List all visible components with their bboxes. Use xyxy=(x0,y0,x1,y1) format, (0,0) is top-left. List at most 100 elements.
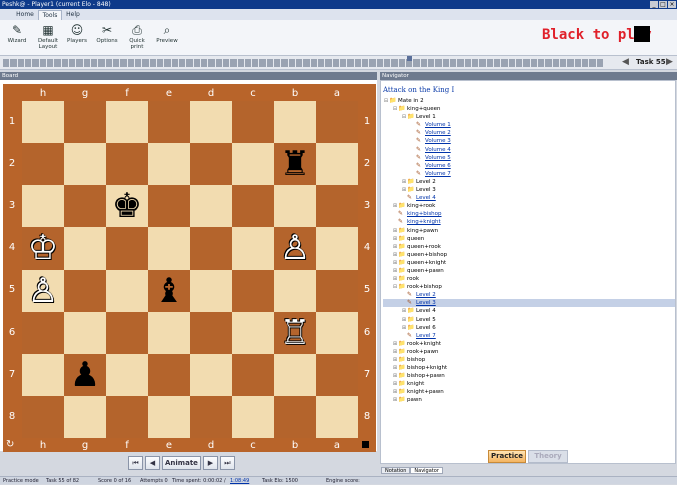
board-square-e1[interactable] xyxy=(148,101,190,144)
practice-button[interactable]: Practice xyxy=(488,450,526,463)
tree-item[interactable]: ⊞📁 Level 5 xyxy=(383,316,675,324)
board-square-f3[interactable]: ♚ xyxy=(106,185,148,228)
tree-item[interactable]: ⊞📁 Level 3 xyxy=(383,186,675,194)
tree-item[interactable]: ⊞📁 queen+rook xyxy=(383,243,675,251)
tree-item[interactable]: ⊟📁 rook+bishop xyxy=(383,283,675,291)
board-square-a4[interactable] xyxy=(316,227,358,270)
tree-item[interactable]: ✎ Volume 3 xyxy=(383,137,675,145)
board-square-f2[interactable] xyxy=(106,143,148,186)
board-square-f5[interactable] xyxy=(106,269,148,312)
board-square-e5[interactable]: ♝ xyxy=(148,269,190,312)
board-square-c7[interactable] xyxy=(232,353,274,396)
board-square-f4[interactable] xyxy=(106,227,148,270)
tree-item[interactable]: ⊞📁 knight+pawn xyxy=(383,388,675,396)
board-square-b6[interactable]: ♖ xyxy=(274,311,316,354)
tree-item[interactable]: ⊞📁 Level 6 xyxy=(383,324,675,332)
board-square-h6[interactable] xyxy=(22,311,64,354)
tab-navigator[interactable]: Navigator xyxy=(410,467,443,474)
black-pawn-piece[interactable]: ♟ xyxy=(70,358,100,392)
board-square-f1[interactable] xyxy=(106,101,148,144)
board-square-b5[interactable] xyxy=(274,269,316,312)
tree-item[interactable]: ⊞📁 queen+bishop xyxy=(383,251,675,259)
board-square-b1[interactable] xyxy=(274,101,316,144)
next-move-button[interactable]: ▶ xyxy=(202,456,218,470)
tree-item[interactable]: ⊞📁 king+pawn xyxy=(383,227,675,235)
tab-home[interactable]: Home xyxy=(14,10,36,20)
theory-button[interactable]: Theory xyxy=(528,450,568,463)
board-square-f7[interactable] xyxy=(106,353,148,396)
board-square-a5[interactable] xyxy=(316,269,358,312)
tree-item[interactable]: ⊞📁 king+rook xyxy=(383,202,675,210)
board-square-h4[interactable]: ♔ xyxy=(22,227,64,270)
board-square-b8[interactable] xyxy=(274,395,316,438)
board-square-d8[interactable] xyxy=(190,395,232,438)
white-rook-piece[interactable]: ♖ xyxy=(280,316,310,350)
preview-button[interactable]: ⌕ Preview xyxy=(154,23,180,53)
board-square-a2[interactable] xyxy=(316,143,358,186)
board-square-g2[interactable] xyxy=(64,143,106,186)
flip-board-icon[interactable]: ↻ xyxy=(6,439,14,450)
tree-item[interactable]: ✎ Volume 5 xyxy=(383,154,675,162)
board-square-c1[interactable] xyxy=(232,101,274,144)
board-square-c8[interactable] xyxy=(232,395,274,438)
board-square-h5[interactable]: ♙ xyxy=(22,269,64,312)
tree-item[interactable]: ⊞📁 Level 2 xyxy=(383,178,675,186)
first-move-button[interactable]: ⏮ xyxy=(128,456,143,470)
tree-item[interactable]: ⊟📁 king+queen xyxy=(383,105,675,113)
board-square-d6[interactable] xyxy=(190,311,232,354)
board-square-a1[interactable] xyxy=(316,101,358,144)
board-square-d1[interactable] xyxy=(190,101,232,144)
wizard-button[interactable]: ✎ Wizard xyxy=(6,23,28,53)
black-rook-piece[interactable]: ♜ xyxy=(280,147,310,181)
board-square-g6[interactable] xyxy=(64,311,106,354)
tree-item[interactable]: ✎ Volume 4 xyxy=(383,146,675,154)
board-square-g1[interactable] xyxy=(64,101,106,144)
board-square-e8[interactable] xyxy=(148,395,190,438)
tree-item[interactable]: ✎ Level 4 xyxy=(383,194,675,202)
board-square-h3[interactable] xyxy=(22,185,64,228)
board-square-d5[interactable] xyxy=(190,269,232,312)
tree-item[interactable]: ⊞📁 knight xyxy=(383,380,675,388)
board-square-h1[interactable] xyxy=(22,101,64,144)
tree-item[interactable]: ⊞📁 bishop xyxy=(383,356,675,364)
board-square-d2[interactable] xyxy=(190,143,232,186)
board-square-a6[interactable] xyxy=(316,311,358,354)
board-square-g7[interactable]: ♟ xyxy=(64,353,106,396)
board-square-a8[interactable] xyxy=(316,395,358,438)
board-square-g5[interactable] xyxy=(64,269,106,312)
white-pawn-piece[interactable]: ♙ xyxy=(28,274,58,308)
tab-help[interactable]: Help xyxy=(64,10,82,20)
board-square-g4[interactable] xyxy=(64,227,106,270)
tree-item[interactable]: ⊞📁 queen+pawn xyxy=(383,267,675,275)
board-square-a7[interactable] xyxy=(316,353,358,396)
board-square-c5[interactable] xyxy=(232,269,274,312)
tree-item[interactable]: ⊞📁 queen xyxy=(383,235,675,243)
board-square-b4[interactable]: ♙ xyxy=(274,227,316,270)
tab-tools[interactable]: Tools xyxy=(38,10,62,20)
board-square-c3[interactable] xyxy=(232,185,274,228)
tree-item[interactable]: ✎ Volume 2 xyxy=(383,129,675,137)
prev-task-icon[interactable]: ◀ xyxy=(622,57,629,67)
board-square-b7[interactable] xyxy=(274,353,316,396)
board-square-f8[interactable] xyxy=(106,395,148,438)
prev-move-button[interactable]: ◀ xyxy=(145,456,160,470)
tree-item[interactable]: ✎ Volume 1 xyxy=(383,121,675,129)
board-square-d7[interactable] xyxy=(190,353,232,396)
task-progress-marker[interactable] xyxy=(407,56,412,61)
tree-item[interactable]: ⊟📁 Mate in 2 xyxy=(383,97,675,105)
tree-item[interactable]: ⊟📁 Level 1 xyxy=(383,113,675,121)
board-square-e6[interactable] xyxy=(148,311,190,354)
tree-item[interactable]: ✎ king+bishop xyxy=(383,210,675,218)
tree-item[interactable]: ⊞📁 rook+knight xyxy=(383,340,675,348)
tree-item[interactable]: ⊞📁 bishop+knight xyxy=(383,364,675,372)
board-square-h2[interactable] xyxy=(22,143,64,186)
minimize-icon[interactable]: _ xyxy=(650,1,658,8)
black-bishop-piece[interactable]: ♝ xyxy=(154,274,184,308)
board-square-h7[interactable] xyxy=(22,353,64,396)
tree-item[interactable]: ✎ Level 3 xyxy=(383,299,675,308)
board-square-c6[interactable] xyxy=(232,311,274,354)
maximize-icon[interactable]: □ xyxy=(659,1,667,8)
board-square-h8[interactable] xyxy=(22,395,64,438)
board-square-a3[interactable] xyxy=(316,185,358,228)
tree-item[interactable]: ⊞📁 rook xyxy=(383,275,675,283)
